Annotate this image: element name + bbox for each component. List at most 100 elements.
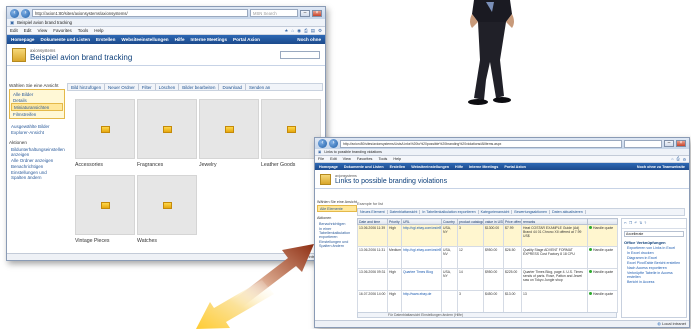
tab-current[interactable]: Links to possible branding violations [324, 150, 382, 154]
cell-value[interactable]: $950.00 [483, 268, 504, 291]
menu-help[interactable]: Help [393, 157, 401, 161]
nav-help[interactable]: Hilfe [455, 165, 463, 169]
nav-portal[interactable]: Portal Axion [504, 165, 526, 169]
cell-catalogue[interactable]: 3 [457, 290, 484, 313]
nav-create[interactable]: Erstellen [390, 165, 406, 169]
nav-right-link[interactable]: Noch ohne zu Teamwebsite [637, 165, 685, 169]
office-link-item[interactable]: Nach Access exportieren [627, 266, 684, 270]
view-all-items[interactable]: Alle Elemente [317, 205, 357, 212]
cut-icon[interactable]: ✂ [624, 221, 627, 226]
nav-help[interactable]: Hilfe [175, 37, 185, 42]
home-icon[interactable]: ⌂ [671, 157, 673, 162]
table-row[interactable]: 13.06.2006 11:31 Medium http://cgi.ebay.… [357, 246, 618, 269]
menu-view[interactable]: View [343, 157, 351, 161]
menu-edit[interactable]: Edit [330, 157, 337, 161]
sort-icon[interactable]: ⇅ [639, 221, 642, 226]
cell-country[interactable] [441, 290, 458, 313]
export-spreadsheet-button[interactable]: In Tabellenkalkulation exportieren [422, 210, 479, 214]
nav-site-settings[interactable]: Websiteeinstellungen [411, 165, 449, 169]
cell-value[interactable]: $1300.00 [483, 224, 504, 247]
help-icon[interactable]: ? [644, 221, 646, 226]
site-search-input[interactable] [280, 50, 320, 59]
cell-price[interactable]: $7.99 [503, 224, 522, 247]
folder-label[interactable]: Leather Goods [261, 162, 321, 168]
url-input[interactable]: http://axion1:80/sites/axionsystems/axio… [32, 9, 248, 17]
folder-label[interactable]: Vintage Pieces [75, 238, 135, 244]
cell-price[interactable]: $225.00 [503, 268, 522, 291]
cell-country[interactable]: USA, NV [441, 246, 458, 269]
add-picture-button[interactable]: Bild hinzufügen [71, 85, 101, 90]
cell-value[interactable]: $950.00 [483, 246, 504, 269]
rating-actions-button[interactable]: Bewertungsaktionen [514, 210, 550, 214]
tools-menu-icon[interactable]: ⚙ [318, 28, 322, 34]
task-pane-select[interactable]: Axcellerate [624, 231, 684, 237]
folder-label[interactable]: Watches [137, 238, 197, 244]
menu-tools[interactable]: Tools [78, 28, 89, 33]
cell-url[interactable]: Quartee Times Blog [401, 268, 442, 291]
print-icon[interactable]: ⎙ [677, 157, 680, 162]
delete-button[interactable]: Löschen [159, 85, 176, 90]
back-icon[interactable]: ‹ [318, 139, 327, 148]
cell-value[interactable]: $450.00 [483, 290, 504, 313]
cell-status[interactable]: Handle quote [587, 290, 618, 313]
send-to-button[interactable]: Senden an [249, 85, 270, 90]
menu-favorites[interactable]: Favorites [53, 28, 72, 33]
nav-homepage[interactable]: Homepage [11, 37, 35, 42]
cell-priority[interactable]: Medium [387, 246, 402, 269]
nav-homepage[interactable]: Homepage [319, 165, 338, 169]
minimize-icon[interactable]: – [300, 9, 310, 17]
cell-status[interactable]: Handle quote [587, 224, 618, 247]
nav-documents[interactable]: Dokumente und Listen [41, 37, 91, 42]
menu-edit[interactable]: Edit [24, 28, 32, 33]
menu-file[interactable]: Edit [10, 28, 18, 33]
search-input[interactable] [624, 139, 662, 148]
refresh-data-button[interactable]: Daten aktualisieren [552, 210, 586, 214]
copy-icon[interactable]: ❐ [629, 221, 632, 226]
cell-url[interactable]: http://cgi.ebay.com/ws/eBayISAPI.dll [401, 246, 442, 269]
office-link-item[interactable]: In Excel drucken [627, 251, 684, 255]
folder-thumbnail[interactable]: Jewelry [199, 99, 259, 168]
menu-help[interactable]: Help [94, 28, 103, 33]
cell-url[interactable]: http://cgi.ebay.com/ws/eBayISAPI.dll [401, 224, 442, 247]
cell-remarks[interactable]: 13 [521, 290, 588, 313]
cell-remarks[interactable]: Heat COSTAR EXAMPLE Guide (Ad) Brand 44 … [521, 224, 588, 247]
new-folder-button[interactable]: Neuer Ordner [108, 85, 135, 90]
datasheet-view-button[interactable]: Datenblattansicht [390, 210, 421, 214]
folder-label[interactable]: Jewelry [199, 162, 259, 168]
close-icon[interactable]: × [676, 140, 686, 147]
cell-remarks[interactable]: Quality Stage ADVENT FORMAT EXPRESS Cost… [521, 246, 588, 269]
view-filmstrip[interactable]: Filmstreifen [11, 111, 63, 117]
cell-url[interactable]: http://www.ebay.de [401, 290, 442, 313]
nav-create[interactable]: Erstellen [96, 37, 115, 42]
cell-datetime[interactable]: 13.06.2006 11:31 [357, 246, 388, 269]
cell-catalogue[interactable]: 14 [457, 268, 484, 291]
action-export-spreadsheet[interactable]: In einer Tabellenkalkulation exportieren [317, 226, 357, 239]
undo-icon[interactable]: ↶ [634, 221, 637, 226]
folder-thumbnail[interactable]: Leather Goods [261, 99, 321, 168]
folder-thumbnail[interactable]: Watches [137, 175, 197, 244]
nav-meetings[interactable]: Interne Meetings [191, 37, 228, 42]
forward-icon[interactable]: › [21, 8, 30, 18]
cell-catalogue[interactable]: 3 [457, 224, 484, 247]
new-item-button[interactable]: Neues Element [360, 210, 388, 214]
nav-site-settings[interactable]: Websiteeinstellungen [121, 37, 168, 42]
office-link-item[interactable]: Excel PivotTable Bericht erstellen [627, 261, 684, 265]
url-input[interactable]: http://axion:80/sites/axionsystems/Lists… [340, 139, 622, 148]
cell-country[interactable]: USA, NY [441, 224, 458, 247]
cell-remarks[interactable]: Quarter Times Blog, page 4. U.S. Times s… [521, 268, 588, 291]
search-input[interactable]: MSN Search [250, 9, 298, 17]
office-link-item[interactable]: Bericht in Access [627, 280, 684, 284]
folder-label[interactable]: Fragrances [137, 162, 197, 168]
minimize-icon[interactable]: – [664, 140, 674, 147]
filter-button[interactable]: Filter [142, 85, 152, 90]
page-menu-icon[interactable]: ▤ [311, 28, 315, 34]
category-view-button[interactable]: Kategorienansicht [481, 210, 513, 214]
cell-datetime[interactable]: 16.07.2006 14:00 [357, 290, 388, 313]
tools-menu-icon[interactable]: ⚙ [683, 157, 686, 162]
download-button[interactable]: Download [222, 85, 242, 90]
cell-datetime[interactable]: 13.06.2006 09:31 [357, 268, 388, 291]
print-icon[interactable]: ⎙ [304, 28, 308, 34]
cell-price[interactable]: $26.50 [503, 246, 522, 269]
menu-file[interactable]: File [318, 157, 324, 161]
table-row[interactable]: 16.07.2006 14:00 High http://www.ebay.de… [357, 290, 618, 313]
